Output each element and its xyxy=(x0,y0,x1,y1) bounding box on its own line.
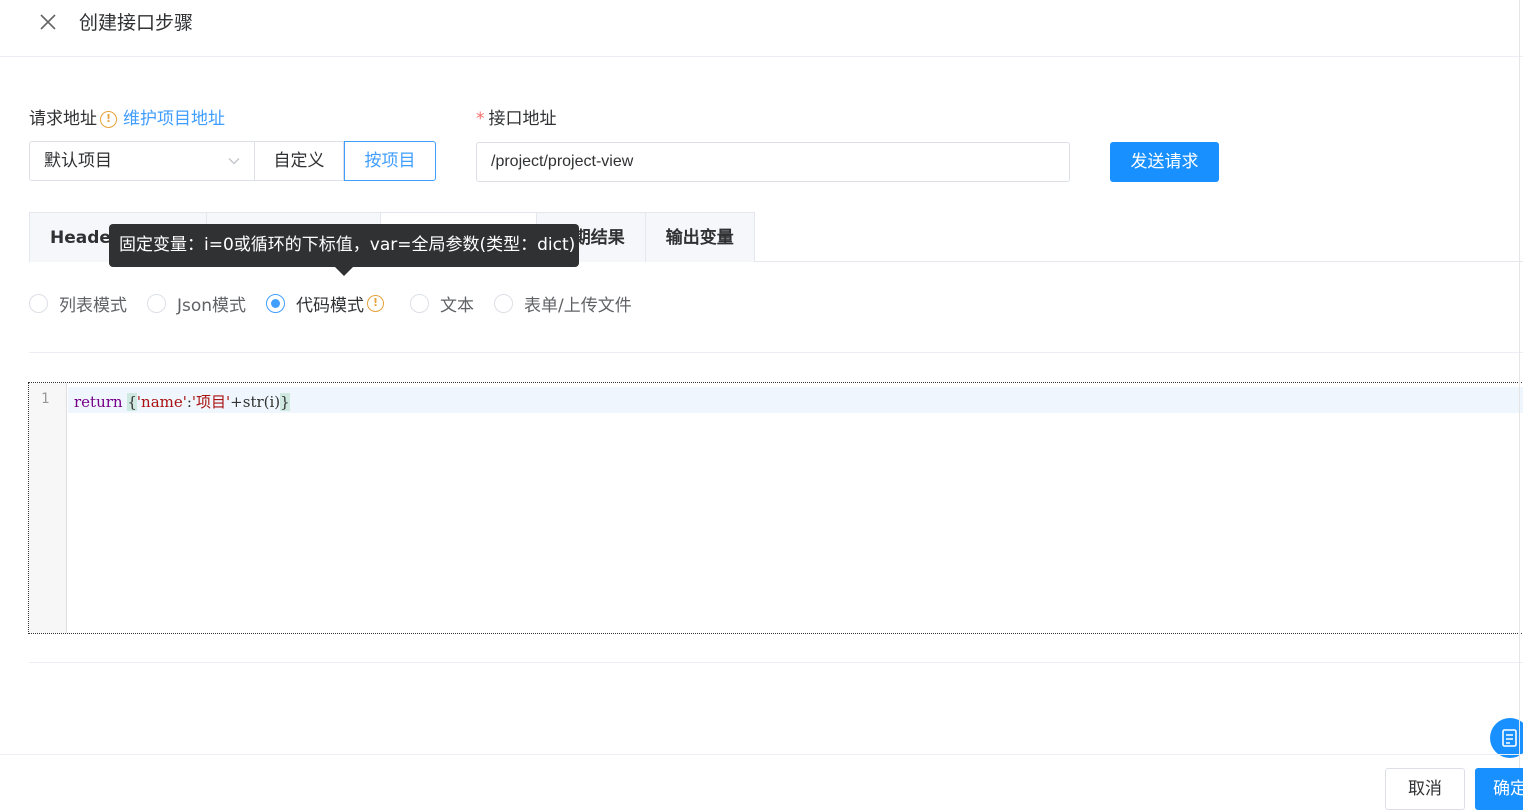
warning-icon[interactable]: ! xyxy=(367,294,385,312)
chevron-down-icon xyxy=(228,158,240,165)
project-select[interactable]: 默认项目 xyxy=(29,141,254,181)
radio-circle[interactable] xyxy=(410,293,430,313)
confirm-button[interactable]: 确定 xyxy=(1475,768,1523,810)
radio-circle[interactable] xyxy=(266,293,286,313)
api-address-label-row: * 接口地址 xyxy=(476,106,557,132)
dialog-header: 创建接口步骤 xyxy=(0,0,1523,57)
cancel-button[interactable]: 取消 xyxy=(1385,768,1465,810)
document-icon xyxy=(1502,729,1517,747)
by-project-mode-button[interactable]: 按项目 xyxy=(344,141,436,181)
scrollbar[interactable] xyxy=(1519,0,1523,810)
radio-label: 代码模式 xyxy=(296,295,365,316)
tab-output-variables[interactable]: 输出变量 xyxy=(644,212,755,262)
radio-circle[interactable] xyxy=(29,293,48,313)
send-request-button[interactable]: 发送请求 xyxy=(1110,142,1219,182)
required-asterisk: * xyxy=(476,109,485,129)
radio-list-mode[interactable]: 列表模式 xyxy=(29,291,127,316)
line-number: 1 xyxy=(41,391,50,407)
footer-divider xyxy=(0,754,1523,755)
radio-label: 文本 xyxy=(440,295,475,316)
close-button[interactable] xyxy=(36,10,60,34)
maintain-project-address-link[interactable]: 维护项目地址 xyxy=(123,106,225,132)
radio-code-mode[interactable]: 代码模式 ! xyxy=(266,291,390,316)
code-open-brace: { xyxy=(127,393,137,411)
editor-gutter: 1 xyxy=(29,383,67,633)
close-icon xyxy=(40,14,56,30)
request-address-label-row: 请求地址 ! 维护项目地址 xyxy=(29,106,225,132)
warning-icon[interactable]: ! xyxy=(100,110,117,128)
custom-mode-button[interactable]: 自定义 xyxy=(254,141,344,181)
radio-label: Json模式 xyxy=(177,295,247,316)
code-editor[interactable]: 1 return {'name':'项目'+str(i)} xyxy=(28,382,1523,634)
radio-label: 列表模式 xyxy=(59,295,127,316)
radio-circle[interactable] xyxy=(494,293,514,313)
api-address-label: 接口地址 xyxy=(488,109,557,129)
variable-tooltip: 固定变量：i=0或循环的下标值，var=全局参数(类型：dict) xyxy=(109,224,579,267)
tooltip-arrow xyxy=(335,267,353,276)
radio-form-upload-mode[interactable]: 表单/上传文件 xyxy=(494,291,632,316)
radio-circle[interactable] xyxy=(147,293,166,313)
radio-text-mode[interactable]: 文本 xyxy=(410,291,474,316)
body-mode-radio-group: 列表模式 Json模式 代码模式 ! 文本 表单/上传文件 xyxy=(29,290,652,316)
code-line[interactable]: return {'name':'项目'+str(i)} xyxy=(74,391,290,412)
section-divider xyxy=(29,352,1523,353)
code-string: 'name' xyxy=(136,393,187,411)
code-string: '项目' xyxy=(191,393,231,411)
code-close-brace: } xyxy=(280,393,290,411)
code-keyword: return xyxy=(74,393,123,411)
dialog-title: 创建接口步骤 xyxy=(79,12,194,34)
project-select-value: 默认项目 xyxy=(44,151,112,171)
radio-label: 表单/上传文件 xyxy=(524,295,632,316)
section-divider xyxy=(29,662,1523,663)
api-address-input[interactable]: /project/project-view xyxy=(476,142,1070,182)
request-address-label: 请求地址 xyxy=(29,109,97,129)
radio-json-mode[interactable]: Json模式 xyxy=(147,291,246,316)
code-expression: +str(i) xyxy=(230,393,281,411)
